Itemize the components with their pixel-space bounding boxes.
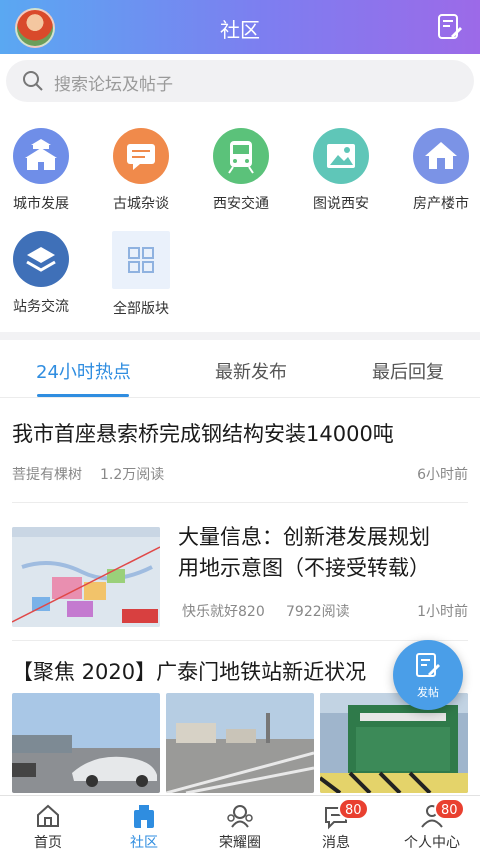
nav-label: 首页 (34, 835, 62, 851)
honor-icon (227, 805, 253, 828)
category-label: 城市发展 (13, 196, 69, 212)
new-post-button[interactable]: 发帖 (393, 640, 463, 710)
active-tab-indicator (37, 394, 129, 397)
post-thumbnail (12, 527, 160, 627)
search-placeholder: 搜索论坛及帖子 (54, 75, 173, 95)
post-author: 快乐就好820 (182, 604, 265, 620)
post-time: 6小时前 (417, 467, 468, 483)
category-site-affairs[interactable]: 站务交流 (0, 231, 86, 316)
category-label: 全部版块 (113, 301, 169, 317)
nav-home[interactable]: 首页 (0, 796, 96, 853)
post-image (12, 693, 160, 793)
unread-badge: 80 (434, 798, 465, 820)
compose-button[interactable] (434, 12, 464, 42)
post-author: 菩提有棵树 (12, 467, 82, 483)
home-icon (37, 804, 59, 827)
category-label: 古城杂谈 (113, 196, 169, 212)
nav-label: 荣耀圈 (219, 835, 261, 851)
divider (12, 502, 468, 503)
page-title: 社区 (220, 18, 260, 42)
category-real-estate[interactable]: 房产楼市 (396, 128, 480, 213)
search-icon (23, 71, 43, 91)
section-divider (0, 332, 480, 340)
category-picture-xian[interactable]: 图说西安 (296, 128, 386, 213)
post-title: 用地示意图（不接受转载） (178, 556, 430, 580)
layers-icon (13, 231, 69, 287)
category-label: 图说西安 (313, 196, 369, 212)
nav-label: 社区 (130, 835, 158, 851)
grid-icon (112, 231, 170, 289)
nav-label: 个人中心 (404, 835, 460, 851)
tab-latest-posts[interactable]: 最新发布 (215, 358, 287, 384)
chat-bubble-icon (113, 128, 169, 184)
top-bar: 社区 (0, 0, 480, 54)
search-input[interactable]: 搜索论坛及帖子 (6, 60, 474, 102)
train-icon (213, 128, 269, 184)
feed-tabs: 24小时热点 最新发布 最后回复 (0, 342, 480, 398)
bottom-navigation: 首页 社区 荣耀圈 80 消息 80 个人中心 (0, 795, 480, 853)
nav-profile[interactable]: 80 个人中心 (384, 796, 480, 853)
post-image (320, 693, 468, 793)
post-image (166, 693, 314, 793)
post-reads: 7922阅读 (286, 604, 350, 620)
house-icon (413, 128, 469, 184)
new-post-label: 发帖 (417, 686, 439, 699)
category-label: 房产楼市 (413, 196, 469, 212)
post-title: 【聚焦 2020】广泰门地铁站新近状况 (12, 660, 367, 684)
edit-note-icon (438, 14, 462, 39)
post-title: 我市首座悬索桥完成钢结构安装14000吨 (12, 422, 394, 446)
category-label: 站务交流 (13, 299, 69, 315)
picture-icon (313, 128, 369, 184)
post-reads: 1.2万阅读 (100, 467, 165, 483)
category-all-boards[interactable]: 全部版块 (96, 231, 186, 318)
tab-last-reply[interactable]: 最后回复 (372, 358, 444, 384)
category-label: 西安交通 (213, 196, 269, 212)
category-old-city-talk[interactable]: 古城杂谈 (96, 128, 186, 213)
community-icon (134, 805, 154, 828)
pencil-note-icon (416, 653, 440, 677)
post-title: 大量信息：创新港发展规划 (178, 525, 430, 549)
category-xian-transport[interactable]: 西安交通 (196, 128, 286, 213)
tab-24h-hot[interactable]: 24小时热点 (36, 358, 131, 384)
unread-badge: 80 (338, 798, 369, 820)
post-time: 1小时前 (417, 604, 468, 620)
nav-honor[interactable]: 荣耀圈 (192, 796, 288, 853)
category-city-development[interactable]: 城市发展 (0, 128, 86, 213)
nav-label: 消息 (322, 835, 350, 851)
nav-community[interactable]: 社区 (96, 796, 192, 853)
city-gate-icon (13, 128, 69, 184)
nav-messages[interactable]: 80 消息 (288, 796, 384, 853)
